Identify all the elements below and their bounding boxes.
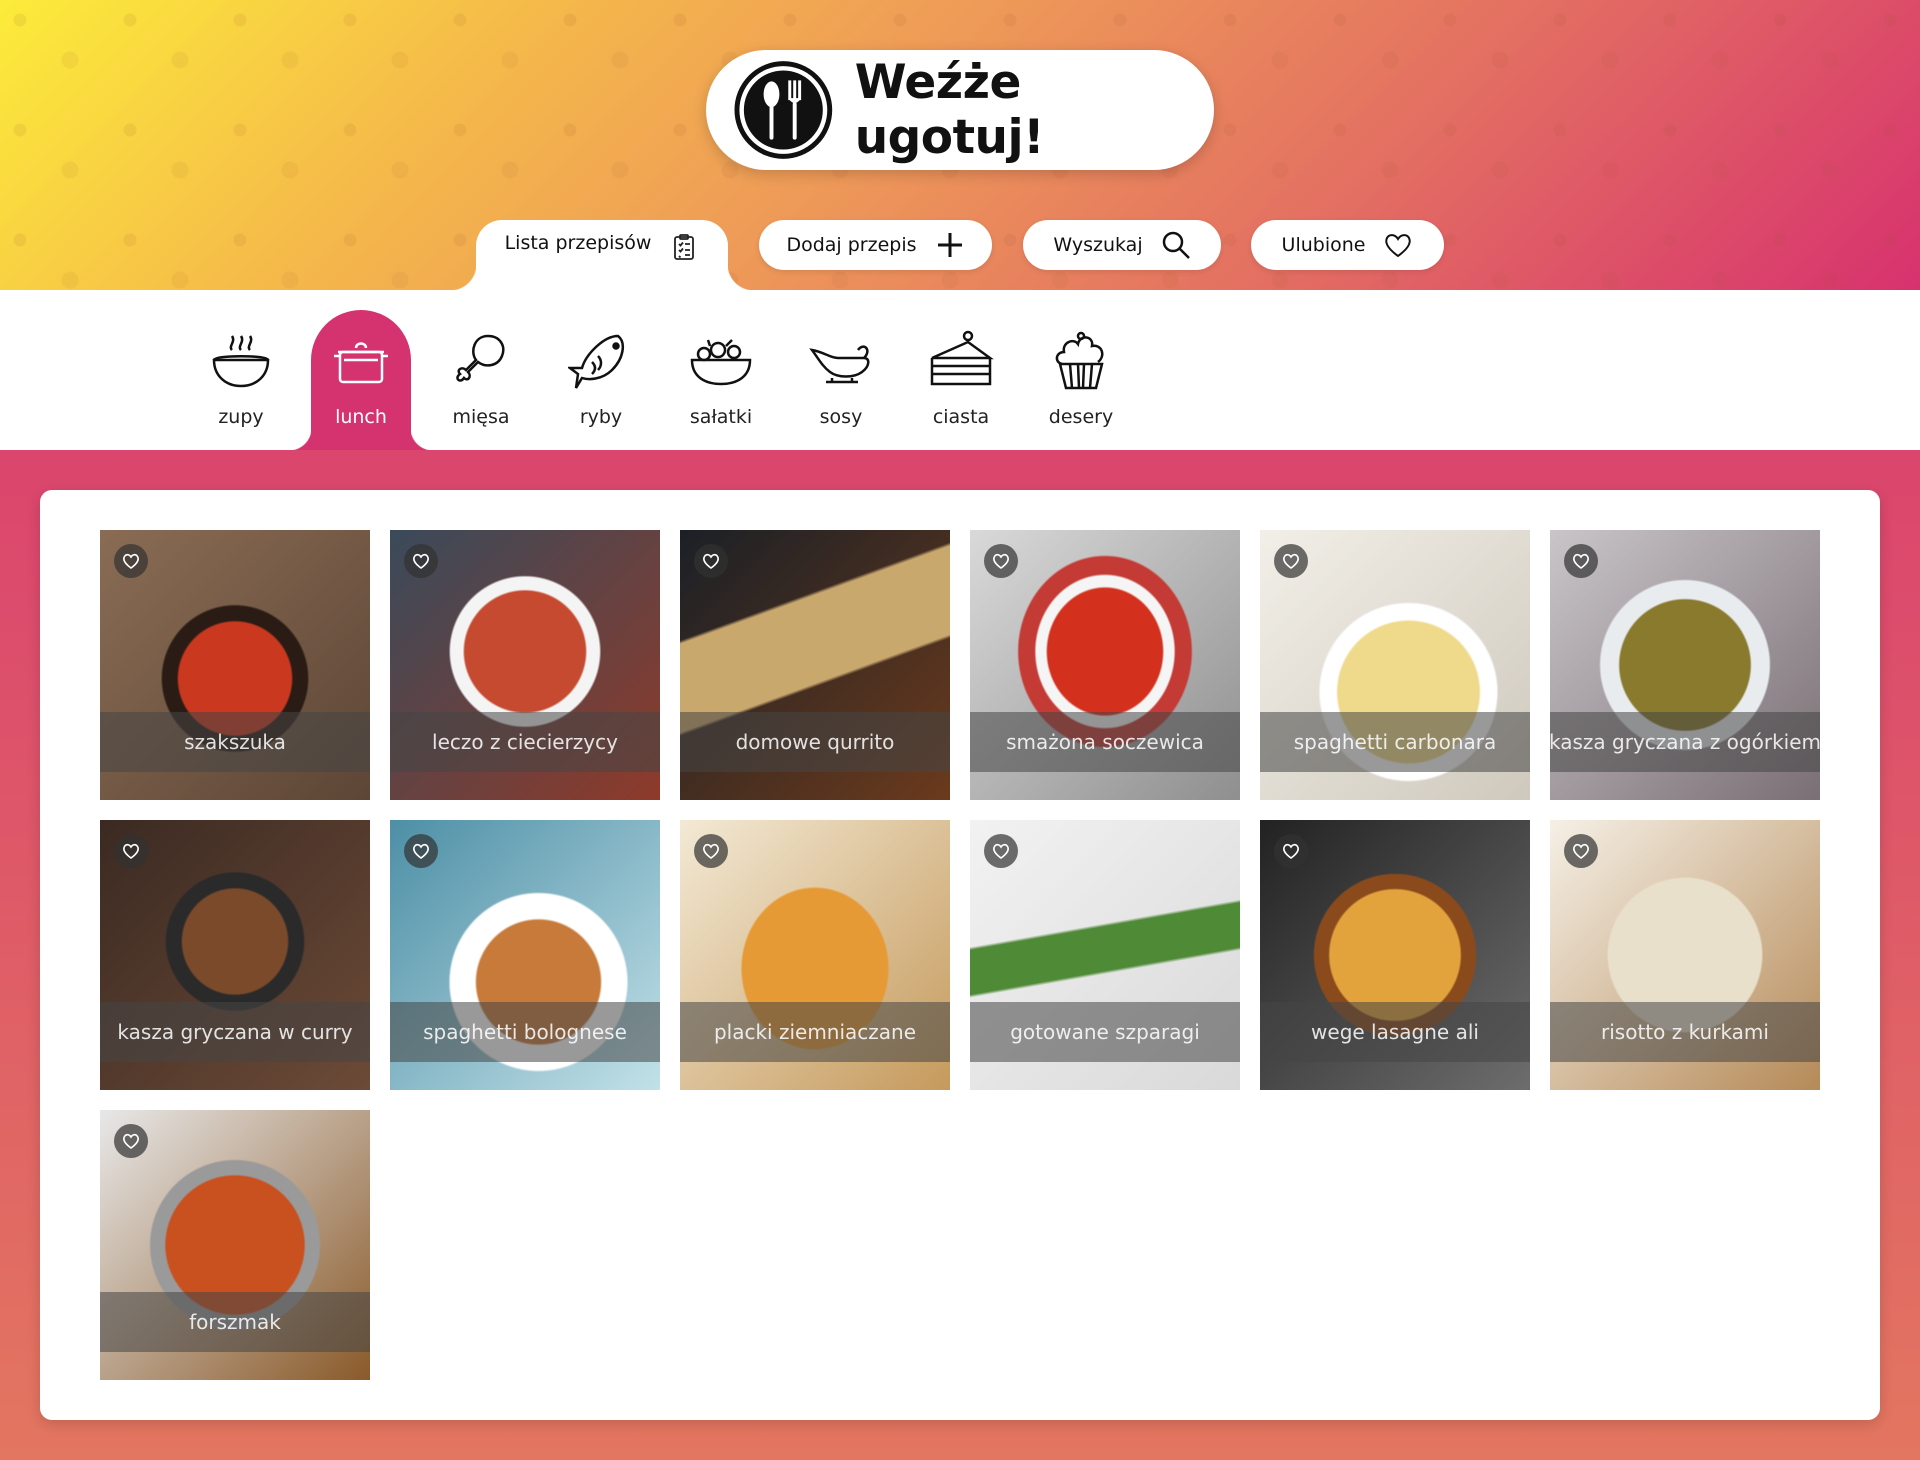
nav-recipe-list-label: Lista przepisów — [504, 232, 652, 254]
heart-icon — [123, 843, 139, 859]
recipe-card[interactable]: kasza gryczana z ogórkiem — [1550, 530, 1820, 800]
header: Weźże ugotuj! Lista przepisów Dodaj prze… — [0, 0, 1920, 290]
gravy-boat-icon — [809, 345, 870, 384]
category-label: lunch — [335, 406, 387, 428]
search-icon — [1162, 231, 1190, 259]
recipe-title: gotowane szparagi — [970, 1002, 1240, 1062]
category-miesa[interactable]: mięsa — [431, 310, 531, 450]
heart-icon — [993, 553, 1009, 569]
nav-favorites-label: Ulubione — [1281, 234, 1366, 256]
category-label: zupy — [218, 406, 264, 428]
recipe-title: risotto z kurkami — [1550, 1002, 1820, 1062]
category-salatki[interactable]: sałatki — [671, 310, 771, 450]
recipe-title: szakszuka — [100, 712, 370, 772]
recipe-title: spaghetti bolognese — [390, 1002, 660, 1062]
heart-icon — [123, 1133, 139, 1149]
main-nav: Lista przepisów Dodaj przepis Wyszukaj U… — [0, 220, 1920, 290]
recipe-card[interactable]: spaghetti carbonara — [1260, 530, 1530, 800]
recipe-title: spaghetti carbonara — [1260, 712, 1530, 772]
nav-search-label: Wyszukaj — [1053, 234, 1143, 256]
app-title: Weźże ugotuj! — [854, 55, 1045, 165]
heart-icon — [413, 843, 429, 859]
recipe-title: forszmak — [100, 1292, 370, 1352]
category-zupy[interactable]: zupy — [191, 310, 291, 450]
nav-add-recipe-label: Dodaj przepis — [786, 234, 917, 256]
logo[interactable]: Weźże ugotuj! — [706, 50, 1214, 170]
category-desery[interactable]: desery — [1031, 310, 1131, 450]
favorite-button[interactable] — [114, 544, 148, 578]
favorite-button[interactable] — [114, 1124, 148, 1158]
category-ryby[interactable]: ryby — [551, 310, 651, 450]
recipe-card[interactable]: domowe qurrito — [680, 530, 950, 800]
heart-icon — [1283, 553, 1299, 569]
recipe-card[interactable]: risotto z kurkami — [1550, 820, 1820, 1090]
recipe-title: domowe qurrito — [680, 712, 950, 772]
cupcake-icon — [1055, 331, 1104, 390]
salad-bowl-icon — [690, 339, 752, 386]
category-label: sałatki — [689, 406, 753, 428]
category-sosy[interactable]: sosy — [791, 310, 891, 450]
nav-search[interactable]: Wyszukaj — [1023, 220, 1221, 270]
nav-add-recipe[interactable]: Dodaj przepis — [759, 220, 992, 270]
heart-icon — [703, 843, 719, 859]
favorite-button[interactable] — [1274, 544, 1308, 578]
favorite-button[interactable] — [984, 834, 1018, 868]
heart-icon — [413, 553, 429, 569]
favorite-button[interactable] — [694, 834, 728, 868]
recipe-panel: szakszuka leczo z ciecierzycy domowe qurri… — [40, 490, 1880, 1420]
recipe-title: smażona soczewica — [970, 712, 1240, 772]
category-ciasta[interactable]: ciasta — [911, 310, 1011, 450]
recipe-title: placki ziemniaczane — [680, 1002, 950, 1062]
favorite-button[interactable] — [984, 544, 1018, 578]
favorite-button[interactable] — [1564, 544, 1598, 578]
fish-icon — [568, 334, 625, 389]
category-lunch[interactable]: lunch — [289, 310, 433, 450]
soup-bowl-icon — [212, 335, 270, 388]
cake-slice-icon — [930, 330, 994, 386]
category-label: ryby — [579, 406, 623, 428]
favorite-button[interactable] — [404, 544, 438, 578]
recipe-card[interactable]: smażona soczewica — [970, 530, 1240, 800]
heart-icon — [993, 843, 1009, 859]
heart-icon — [1283, 843, 1299, 859]
heart-icon — [703, 553, 719, 569]
recipe-card[interactable]: forszmak — [100, 1110, 370, 1380]
nav-recipe-list[interactable]: Lista przepisów — [450, 220, 754, 290]
category-label: ciasta — [932, 406, 990, 428]
heart-icon — [1573, 843, 1589, 859]
recipe-title: wege lasagne ali — [1260, 1002, 1530, 1062]
favorite-button[interactable] — [1274, 834, 1308, 868]
recipe-card[interactable]: placki ziemniaczane — [680, 820, 950, 1090]
favorite-button[interactable] — [114, 834, 148, 868]
heart-icon — [1573, 553, 1589, 569]
favorite-button[interactable] — [694, 544, 728, 578]
pot-icon — [334, 342, 388, 384]
recipe-card[interactable]: spaghetti bolognese — [390, 820, 660, 1090]
heart-icon — [123, 553, 139, 569]
recipe-card[interactable]: kasza gryczana w curry — [100, 820, 370, 1090]
recipe-grid: szakszuka leczo z ciecierzycy domowe qurri… — [100, 530, 1840, 1390]
nav-favorites[interactable]: Ulubione — [1251, 220, 1444, 270]
plus-icon — [937, 233, 962, 257]
drumstick-icon — [456, 334, 505, 382]
category-label: mięsa — [452, 406, 510, 428]
recipe-card[interactable]: leczo z ciecierzycy — [390, 530, 660, 800]
recipe-title: kasza gryczana z ogórkiem — [1550, 712, 1820, 772]
recipe-card[interactable]: gotowane szparagi — [970, 820, 1240, 1090]
recipe-title: kasza gryczana w curry — [100, 1002, 370, 1062]
category-label: sosy — [819, 406, 863, 428]
heart-icon — [1385, 234, 1412, 258]
category-bar: zupy lunch mięsa ryby sałatki sosy ciast… — [0, 290, 1920, 450]
fork-spoon-icon — [734, 61, 833, 159]
favorite-button[interactable] — [404, 834, 438, 868]
recipe-card[interactable]: szakszuka — [100, 530, 370, 800]
recipe-title: leczo z ciecierzycy — [390, 712, 660, 772]
favorite-button[interactable] — [1564, 834, 1598, 868]
category-label: desery — [1048, 406, 1114, 428]
clipboard-list-icon — [674, 234, 695, 260]
recipe-card[interactable]: wege lasagne ali — [1260, 820, 1530, 1090]
